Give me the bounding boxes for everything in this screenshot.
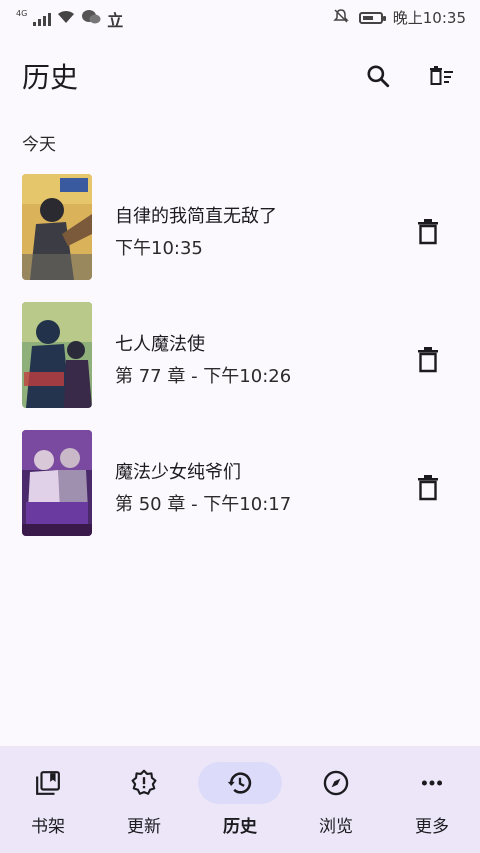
library-icon [36,771,60,795]
mute-icon [332,8,349,28]
nav-label: 浏览 [319,817,353,837]
wechat-icon [81,9,101,29]
nav-browse[interactable]: 浏览 [288,760,384,840]
search-icon [367,65,390,88]
nav-pill [294,762,378,804]
nav-label: 历史 [223,817,257,837]
trash-icon [418,347,438,373]
network-type: 4G [16,8,28,18]
manga-cover[interactable] [22,174,92,280]
nav-history[interactable]: 历史 [192,760,288,840]
status-bar: 4G 立 晚上10:35 [0,0,480,34]
delete-sweep-icon [430,66,453,85]
status-time: 晚上10:35 [392,9,466,27]
section-date-label: 今天 [22,135,56,155]
nav-pill [390,762,474,804]
nav-label: 更新 [127,817,161,837]
nav-updates[interactable]: 更新 [96,760,192,840]
clear-history-button[interactable] [422,56,462,96]
item-subtitle: 第 50 章 - 下午10:17 [115,494,292,515]
delete-button[interactable] [408,468,448,508]
history-item[interactable]: 自律的我简直无敌了 下午10:35 [0,174,480,282]
history-icon [227,772,252,794]
page-title: 历史 [22,61,79,94]
more-icon [421,780,443,786]
history-item[interactable]: 七人魔法使 第 77 章 - 下午10:26 [0,302,480,410]
top-app-bar: 历史 [0,48,480,104]
manga-cover[interactable] [22,302,92,408]
item-subtitle: 第 77 章 - 下午10:26 [115,366,292,387]
nav-pill [198,762,282,804]
item-subtitle: 下午10:35 [115,238,203,259]
trash-icon [418,219,438,245]
wifi-icon [57,10,75,28]
item-title: 自律的我简直无敌了 [115,206,277,227]
nav-more[interactable]: 更多 [384,760,480,840]
nav-label: 更多 [415,817,449,837]
delete-button[interactable] [408,340,448,380]
compass-icon [323,770,349,796]
nav-pill [102,762,186,804]
history-item[interactable]: 魔法少女纯爷们 第 50 章 - 下午10:17 [0,430,480,538]
app-notification-icon: 立 [107,11,124,30]
battery-icon [358,11,386,24]
item-title: 七人魔法使 [115,334,205,355]
status-left: 4G 立 [16,7,123,31]
trash-icon [418,475,438,501]
status-right: 晚上10:35 [332,7,466,28]
delete-button[interactable] [408,212,448,252]
signal-icon [33,12,52,26]
updates-icon [131,769,157,795]
bottom-navigation: 书架 更新 历史 浏览 更多 [0,746,480,853]
manga-cover[interactable] [22,430,92,536]
search-button[interactable] [358,56,398,96]
nav-label: 书架 [31,817,65,837]
nav-library[interactable]: 书架 [0,760,96,840]
item-title: 魔法少女纯爷们 [115,462,241,483]
nav-pill [6,762,90,804]
